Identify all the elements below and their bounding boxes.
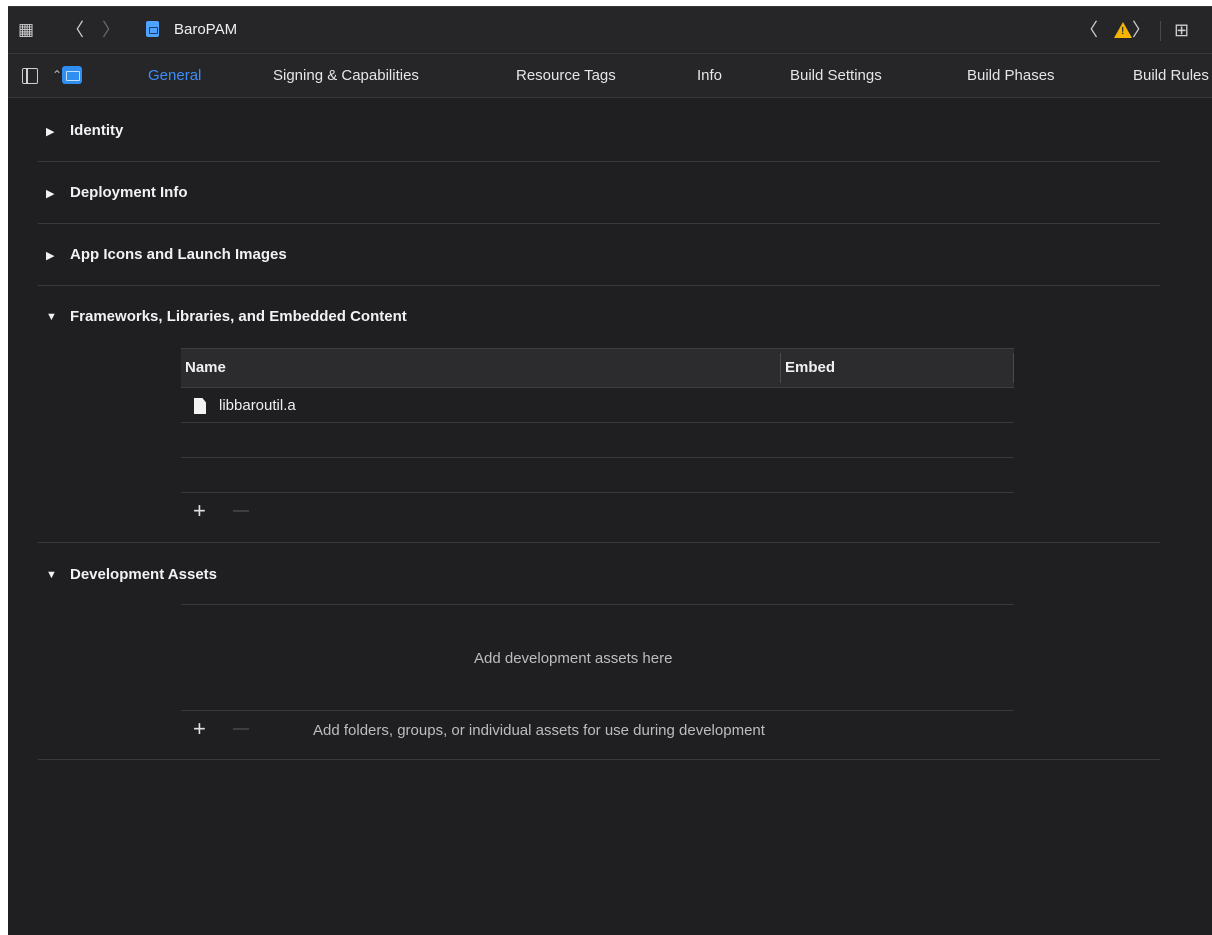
section-divider: [38, 161, 1160, 162]
section-divider: [38, 542, 1160, 543]
toolbar-divider: [1160, 21, 1161, 41]
remove-asset-button[interactable]: —: [233, 718, 249, 740]
column-header-embed[interactable]: Embed: [785, 359, 835, 376]
add-asset-button[interactable]: +: [193, 718, 206, 740]
tab-build-phases[interactable]: Build Phases: [967, 67, 1055, 84]
window-left-border: [0, 0, 8, 935]
target-app-icon[interactable]: [62, 66, 82, 84]
section-divider: [38, 759, 1160, 760]
column-divider: [1013, 353, 1014, 383]
row-divider: [181, 604, 1014, 605]
row-divider: [181, 492, 1014, 493]
file-icon: [194, 398, 206, 414]
tab-bar: ⌃ General Signing & Capabilities Resourc…: [8, 54, 1212, 98]
sidebar-toggle-icon[interactable]: [22, 68, 38, 84]
section-divider: [38, 223, 1160, 224]
section-frameworks[interactable]: Frameworks, Libraries, and Embedded Cont…: [70, 308, 407, 325]
forward-chevron-icon[interactable]: 〉: [102, 20, 120, 40]
add-editor-icon[interactable]: ⊞: [1174, 20, 1189, 40]
tab-general[interactable]: General: [148, 67, 201, 84]
related-items-grid-icon[interactable]: ▦: [18, 20, 34, 40]
disclosure-collapsed-icon[interactable]: ▶: [46, 125, 54, 138]
section-deployment-info[interactable]: Deployment Info: [70, 184, 188, 201]
row-divider: [181, 457, 1014, 458]
section-development-assets[interactable]: Development Assets: [70, 566, 217, 583]
project-file-icon: [146, 21, 159, 37]
tab-resource-tags[interactable]: Resource Tags: [516, 67, 616, 84]
table-row[interactable]: libbaroutil.a: [219, 397, 296, 414]
disclosure-collapsed-icon[interactable]: ▶: [46, 187, 54, 200]
warning-icon[interactable]: !: [1114, 22, 1132, 38]
tab-build-settings[interactable]: Build Settings: [790, 67, 882, 84]
add-framework-button[interactable]: +: [193, 500, 206, 522]
tab-signing-capabilities[interactable]: Signing & Capabilities: [273, 67, 419, 84]
back-chevron-icon[interactable]: 〈: [66, 20, 84, 40]
editor-frame: [8, 6, 1212, 935]
tab-build-rules[interactable]: Build Rules: [1133, 67, 1209, 84]
jump-bar: ▦ 〈 〉 BaroPAM 〈 ! 〉 ⊞: [8, 7, 1212, 54]
previous-issue-chevron-icon[interactable]: 〈: [1080, 20, 1098, 40]
remove-framework-button[interactable]: —: [233, 500, 249, 522]
row-divider: [181, 422, 1014, 423]
assets-hint-text: Add folders, groups, or individual asset…: [313, 722, 765, 739]
breadcrumb-project-name[interactable]: BaroPAM: [174, 21, 237, 38]
table-header: Name Embed: [181, 348, 1014, 388]
column-divider: [780, 353, 781, 383]
disclosure-collapsed-icon[interactable]: ▶: [46, 249, 54, 262]
disclosure-expanded-icon[interactable]: ▼: [46, 569, 57, 581]
disclosure-expanded-icon[interactable]: ▼: [46, 311, 57, 323]
section-divider: [38, 285, 1160, 286]
next-issue-chevron-icon[interactable]: 〉: [1132, 20, 1150, 40]
section-identity[interactable]: Identity: [70, 122, 123, 139]
column-header-name[interactable]: Name: [185, 359, 226, 376]
section-app-icons[interactable]: App Icons and Launch Images: [70, 246, 287, 263]
tab-info[interactable]: Info: [697, 67, 722, 84]
empty-assets-message: Add development assets here: [474, 650, 673, 667]
target-selector-chevron-icon[interactable]: ⌃: [52, 68, 62, 82]
row-divider: [181, 710, 1014, 711]
tab-bar-background: ⌃ General Signing & Capabilities Resourc…: [8, 54, 1212, 98]
